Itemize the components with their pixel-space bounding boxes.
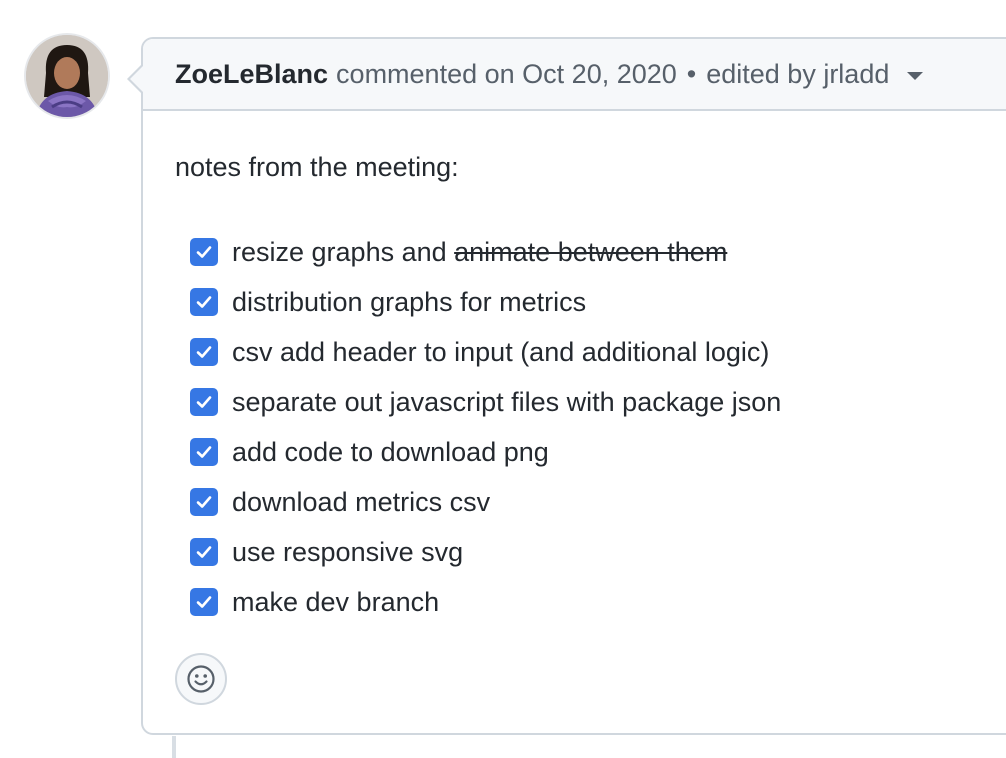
checkmark-icon	[196, 296, 212, 308]
task-item: download metrics csv	[190, 477, 1006, 527]
timeline-line	[172, 736, 176, 758]
task-text: distribution graphs for metrics	[232, 286, 587, 317]
avatar-image	[26, 35, 108, 117]
separator: •	[686, 58, 697, 89]
task-checkbox[interactable]	[190, 438, 218, 466]
edited-by-button[interactable]: edited by jrladd	[706, 59, 889, 90]
comment-header: ZoeLeBlanc commented on Oct 20, 2020 • e…	[143, 39, 1006, 111]
comment-body: notes from the meeting: resize graphs an…	[143, 111, 1006, 627]
task-checkbox[interactable]	[190, 238, 218, 266]
task-item: use responsive svg	[190, 527, 1006, 577]
task-text: csv add header to input (and additional …	[232, 336, 770, 367]
checkmark-icon	[196, 496, 212, 508]
task-text: add code to download png	[232, 436, 549, 467]
task-checkbox[interactable]	[190, 588, 218, 616]
comment-box: ZoeLeBlanc commented on Oct 20, 2020 • e…	[127, 37, 1006, 735]
checkmark-icon	[196, 446, 212, 458]
task-checkbox[interactable]	[190, 538, 218, 566]
avatar[interactable]	[26, 35, 108, 117]
task-list: resize graphs and animate between them d…	[175, 227, 1006, 627]
checkmark-icon	[196, 546, 212, 558]
add-reaction-button[interactable]	[175, 653, 227, 705]
task-item: csv add header to input (and additional …	[190, 327, 1006, 377]
task-text-struck: animate between them	[454, 236, 728, 267]
task-checkbox[interactable]	[190, 488, 218, 516]
checkmark-icon	[196, 396, 212, 408]
comment-date-link[interactable]: Oct 20, 2020	[522, 59, 677, 90]
task-item: add code to download png	[190, 427, 1006, 477]
task-text: separate out javascript files with packa…	[232, 386, 782, 417]
task-text: make dev branch	[232, 586, 440, 617]
smiley-icon	[187, 665, 215, 693]
task-checkbox[interactable]	[190, 338, 218, 366]
task-checkbox[interactable]	[190, 288, 218, 316]
comment-intro: notes from the meeting:	[175, 152, 459, 182]
task-text-plain: resize graphs and	[232, 236, 455, 267]
issue-comment-view: ZoeLeBlanc commented on Oct 20, 2020 • e…	[0, 0, 1006, 758]
task-text: use responsive svg	[232, 536, 464, 567]
caret-down-icon[interactable]	[907, 72, 924, 80]
checkmark-icon	[196, 346, 212, 358]
checkmark-icon	[196, 596, 212, 608]
task-text: download metrics csv	[232, 486, 491, 517]
task-checkbox[interactable]	[190, 388, 218, 416]
task-text: resize graphs and animate between them	[232, 237, 727, 268]
task-item: distribution graphs for metrics	[190, 277, 1006, 327]
comment-action: commented on	[336, 58, 515, 89]
comment-pointer-fill	[130, 65, 144, 93]
checkmark-icon	[196, 246, 212, 258]
author-link[interactable]: ZoeLeBlanc	[175, 59, 328, 90]
task-item: resize graphs and animate between them	[190, 227, 1006, 277]
task-item: separate out javascript files with packa…	[190, 377, 1006, 427]
task-item: make dev branch	[190, 577, 1006, 627]
